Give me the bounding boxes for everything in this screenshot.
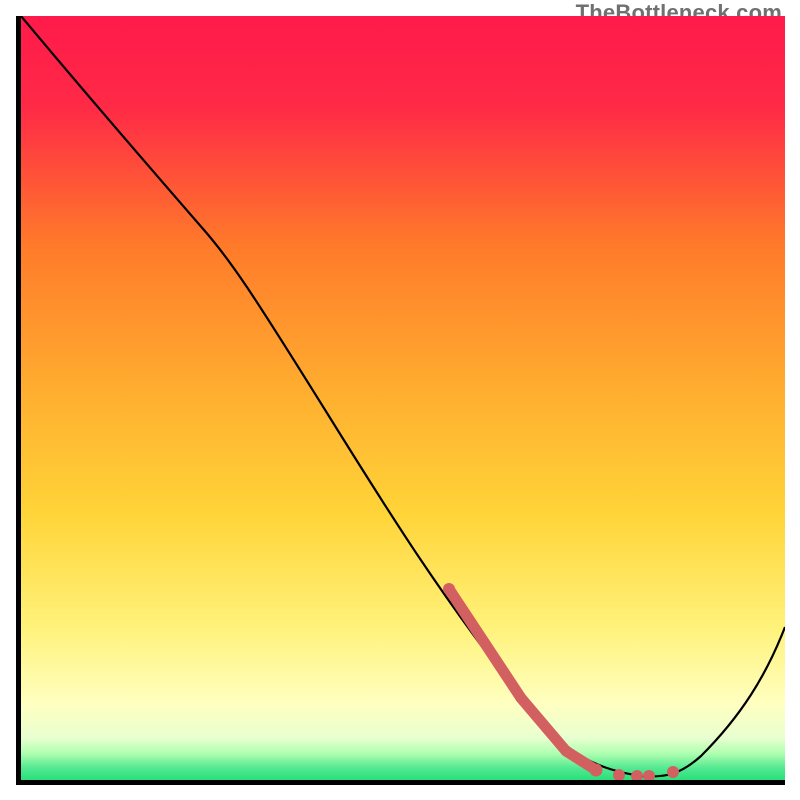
bottleneck-curve [21, 16, 785, 776]
plot-area [16, 16, 785, 785]
chart-svg [21, 16, 785, 780]
chart-frame: TheBottleneck.com [0, 0, 800, 800]
optimal-highlight [449, 589, 596, 770]
